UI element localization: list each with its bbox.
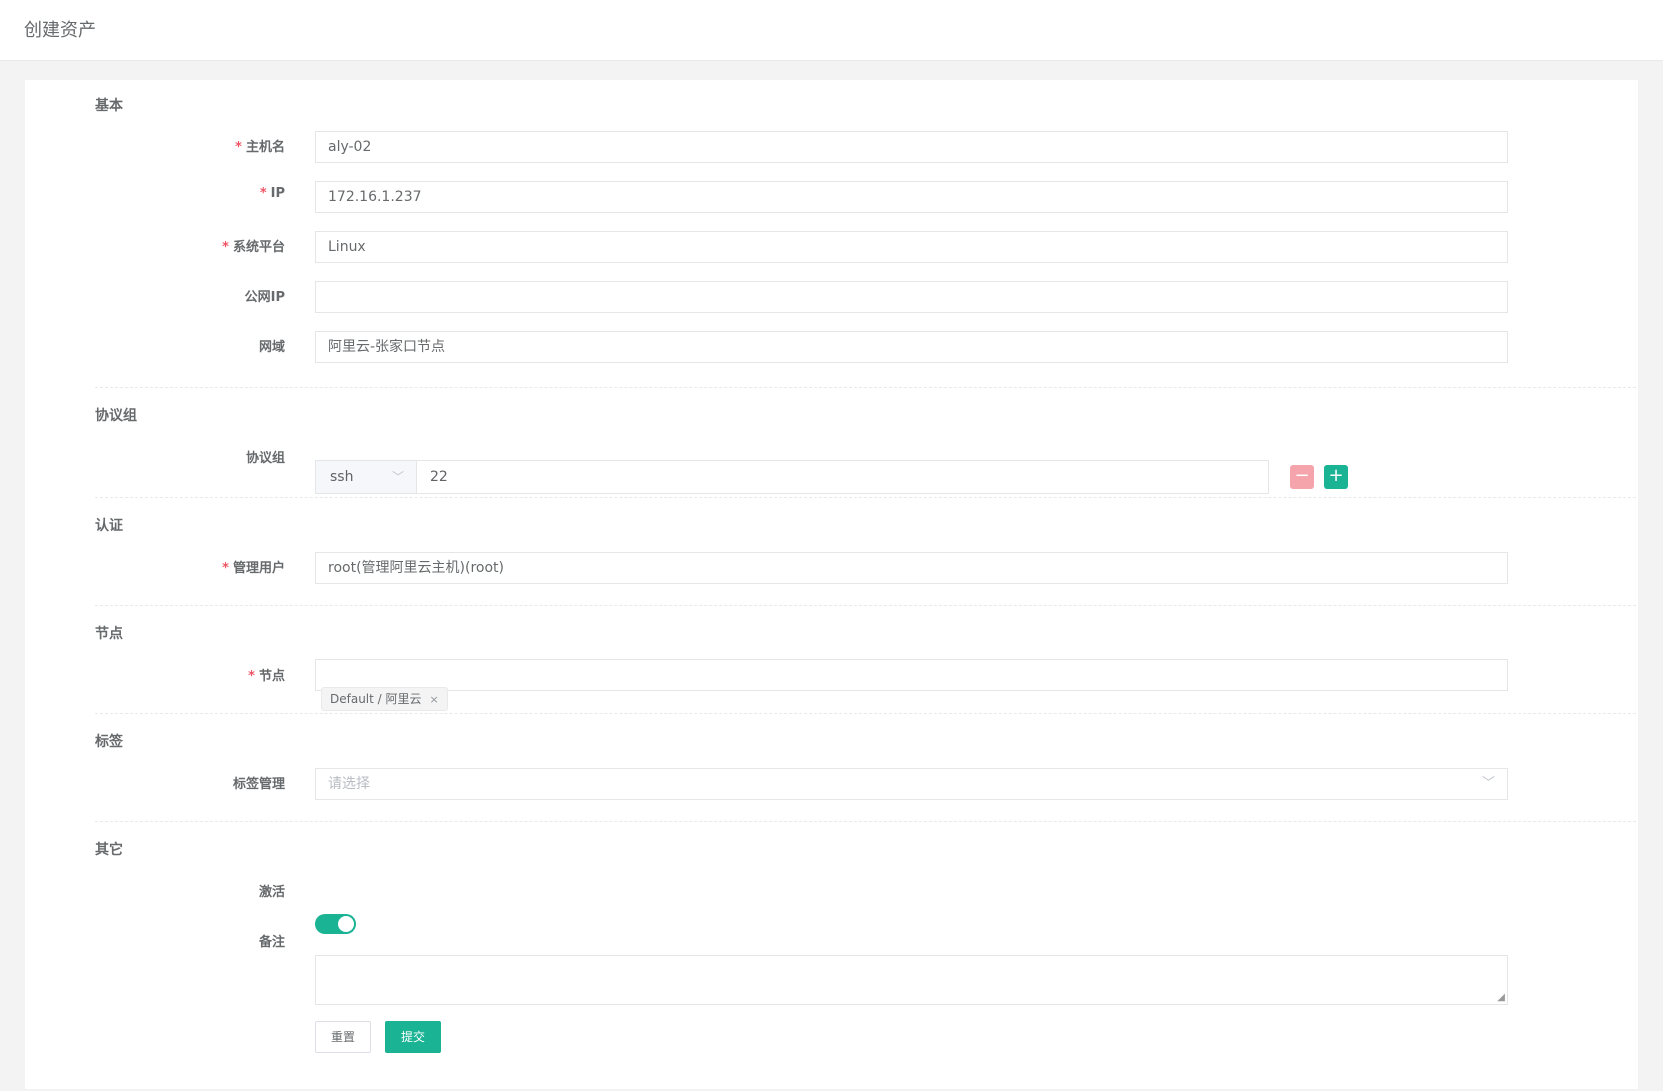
section-divider xyxy=(95,497,1636,498)
plus-icon: + xyxy=(1328,465,1344,486)
section-title-basic: 基本 xyxy=(95,98,123,114)
comment-label: 备注 xyxy=(258,935,285,950)
toggle-knob xyxy=(338,916,354,932)
active-toggle[interactable] xyxy=(315,914,356,934)
remove-protocol-button[interactable]: − xyxy=(1290,465,1314,489)
nodes-select[interactable] xyxy=(315,659,1508,691)
platform-select[interactable]: Linux xyxy=(315,231,1508,263)
required-mark: * xyxy=(222,240,229,255)
protocol-select[interactable]: ssh ﹀ xyxy=(315,460,417,494)
close-icon[interactable]: × xyxy=(430,693,439,706)
protocols-label: 协议组 xyxy=(245,451,285,466)
labels-select[interactable]: 请选择 ﹀ xyxy=(315,768,1508,800)
section-title-auth: 认证 xyxy=(95,518,123,534)
section-divider xyxy=(95,605,1636,606)
required-mark: * xyxy=(248,669,255,684)
nodes-label: * 节点 xyxy=(248,669,285,684)
labels-placeholder: 请选择 xyxy=(328,776,370,792)
section-divider xyxy=(95,387,1636,388)
required-mark: * xyxy=(222,561,229,576)
node-tag: Default / 阿里云 × xyxy=(321,687,448,711)
comment-textarea[interactable]: ◢ xyxy=(315,955,1508,1005)
ip-label: * IP xyxy=(259,186,285,201)
section-title-protocols: 协议组 xyxy=(95,408,137,424)
hostname-input[interactable]: aly-02 xyxy=(315,131,1508,163)
required-mark: * xyxy=(235,140,242,155)
section-divider xyxy=(95,821,1636,822)
section-divider xyxy=(95,713,1636,714)
admin-user-label: * 管理用户 xyxy=(222,561,285,576)
minus-icon: − xyxy=(1294,465,1310,486)
node-tag-label: Default / 阿里云 xyxy=(330,692,422,706)
reset-button[interactable]: 重置 xyxy=(315,1021,371,1053)
platform-label: * 系统平台 xyxy=(222,240,285,255)
submit-button[interactable]: 提交 xyxy=(385,1021,441,1053)
top-header: 创建资产 xyxy=(0,0,1663,61)
hostname-label: * 主机名 xyxy=(235,140,285,155)
admin-user-select[interactable]: root(管理阿里云主机)(root) xyxy=(315,552,1508,584)
section-title-nodes: 节点 xyxy=(95,626,123,642)
page-title: 创建资产 xyxy=(24,20,96,41)
domain-select[interactable]: 阿里云-张家口节点 xyxy=(315,331,1508,363)
labels-label: 标签管理 xyxy=(232,777,285,792)
active-label: 激活 xyxy=(258,885,285,900)
section-title-other: 其它 xyxy=(95,842,123,858)
public-ip-input[interactable] xyxy=(315,281,1508,313)
chevron-down-icon: ﹀ xyxy=(391,470,404,484)
domain-label: 网域 xyxy=(258,340,285,355)
public-ip-label: 公网IP xyxy=(244,290,285,305)
port-input[interactable]: 22 xyxy=(416,460,1269,494)
protocol-value: ssh xyxy=(330,469,354,485)
add-protocol-button[interactable]: + xyxy=(1324,465,1348,489)
section-title-labels: 标签 xyxy=(95,734,123,750)
resize-handle-icon[interactable]: ◢ xyxy=(1497,992,1505,1003)
ip-input[interactable]: 172.16.1.237 xyxy=(315,181,1508,213)
chevron-down-icon: ﹀ xyxy=(1481,776,1495,791)
required-mark: * xyxy=(259,186,267,201)
